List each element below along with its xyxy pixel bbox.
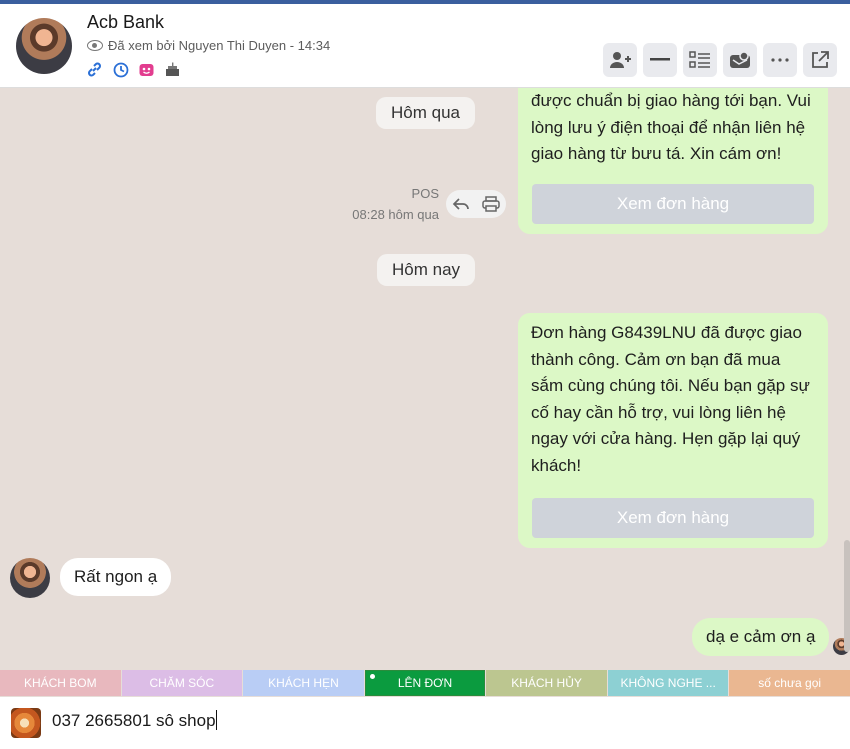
minimize-button[interactable] <box>643 43 677 77</box>
message-line: giao hàng từ bưu tá. Xin cám ơn! <box>531 144 782 163</box>
message-line: lòng lưu ý điện thoại để nhận liên hệ <box>531 117 806 137</box>
tag-label: LÊN ĐƠN <box>397 676 453 690</box>
reply-icon[interactable] <box>452 197 470 211</box>
cake-icon[interactable] <box>164 61 181 78</box>
add-member-button[interactable] <box>603 43 637 77</box>
tag-label: CHĂM SÓC <box>149 676 215 690</box>
incoming-message[interactable]: Rất ngon ạ <box>60 558 172 596</box>
tag-khach-huy[interactable]: KHÁCH HỦY <box>486 670 607 696</box>
view-order-button[interactable]: Xem đơn hàng <box>532 184 814 224</box>
card-button[interactable] <box>723 43 757 77</box>
history-icon[interactable] <box>112 61 129 78</box>
tag-len-don[interactable]: LÊN ĐƠN <box>364 670 486 696</box>
sender-name: POS <box>411 186 439 201</box>
add-member-icon <box>610 52 631 68</box>
tag-so-chua-goi[interactable]: số chưa gọi <box>729 670 850 696</box>
tag-label: số chưa gọi <box>758 676 822 690</box>
header-quick-icons <box>86 61 181 78</box>
print-icon[interactable] <box>482 196 500 212</box>
text-caret <box>215 710 217 730</box>
list-icon <box>689 51 710 68</box>
open-external-button[interactable] <box>803 43 837 77</box>
message-composer: 037 2665801 sô shop <box>0 697 850 749</box>
chat-scrollbar[interactable] <box>844 540 850 652</box>
input-value: 037 2665801 sô shop <box>52 711 216 730</box>
seen-text: Đã xem bởi Nguyen Thi Duyen - 14:34 <box>108 38 331 53</box>
active-dot <box>369 674 375 679</box>
message-line: sắm cùng chúng tôi. Nếu bạn gặp sự <box>531 376 810 395</box>
message-time: 08:28 hôm qua <box>352 207 439 222</box>
tag-label: KHÔNG NGHE ... <box>620 676 716 690</box>
list-button[interactable] <box>683 43 717 77</box>
header-toolbar <box>603 43 837 77</box>
link-icon[interactable] <box>86 61 103 78</box>
message-line: được chuẩn bị giao hàng tới bạn. Vui <box>531 91 811 110</box>
tag-label: KHÁCH HỦY <box>511 676 582 690</box>
seen-status: Đã xem bởi Nguyen Thi Duyen - 14:34 <box>87 38 330 53</box>
tag-khong-nghe[interactable]: KHÔNG NGHE ... <box>607 670 729 696</box>
outgoing-reply[interactable]: dạ e cảm ơn ạ <box>692 618 830 656</box>
sender-avatar[interactable] <box>10 558 50 598</box>
contact-name[interactable]: Acb Bank <box>87 12 164 33</box>
message-line: thành công. Cảm ơn bạn đã mua <box>531 349 781 369</box>
tag-label: KHÁCH HẸN <box>268 676 339 690</box>
product-thumbnail[interactable] <box>11 708 41 738</box>
label-tag-bar: KHÁCH BOM CHĂM SÓC KHÁCH HẸN LÊN ĐƠN KHÁ… <box>0 670 850 697</box>
chat-header: Acb Bank Đã xem bởi Nguyen Thi Duyen - 1… <box>0 4 850 88</box>
contact-avatar[interactable] <box>16 18 72 74</box>
message-line: khách! <box>531 455 582 475</box>
message-input[interactable]: 037 2665801 sô shop <box>52 710 217 731</box>
message-meta: POS 08:28 hôm qua <box>330 186 439 222</box>
tag-cham-soc[interactable]: CHĂM SÓC <box>121 670 243 696</box>
message-list[interactable]: được chuẩn bị giao hàng tới bạn. Vui lòn… <box>0 88 850 668</box>
more-icon <box>771 58 789 62</box>
tag-label: KHÁCH BOM <box>23 676 97 690</box>
message-line: cố hay cần hỗ trợ, vui lòng liên hệ <box>531 402 786 422</box>
message-line: ngay với cửa hàng. Hẹn gặp lại quý <box>531 429 801 448</box>
more-options-button[interactable] <box>763 43 797 77</box>
view-order-button[interactable]: Xem đơn hàng <box>532 498 814 538</box>
date-separator-today: Hôm nay <box>377 254 476 286</box>
tag-khach-bom[interactable]: KHÁCH BOM <box>0 670 121 696</box>
card-icon <box>730 51 750 68</box>
open-external-icon <box>812 51 829 68</box>
message-text: Đơn hàng G8439LNU đã được giao thành côn… <box>531 320 823 479</box>
message-text: được chuẩn bị giao hàng tới bạn. Vui lòn… <box>531 88 823 168</box>
date-separator-yesterday: Hôm qua <box>376 97 475 129</box>
eye-icon <box>87 40 103 51</box>
message-actions <box>446 190 506 218</box>
minimize-icon <box>650 58 670 61</box>
tag-khach-hen[interactable]: KHÁCH HẸN <box>243 670 364 696</box>
gift-box-icon[interactable] <box>138 61 155 78</box>
message-line: Đơn hàng G8439LNU đã được giao <box>531 323 802 342</box>
